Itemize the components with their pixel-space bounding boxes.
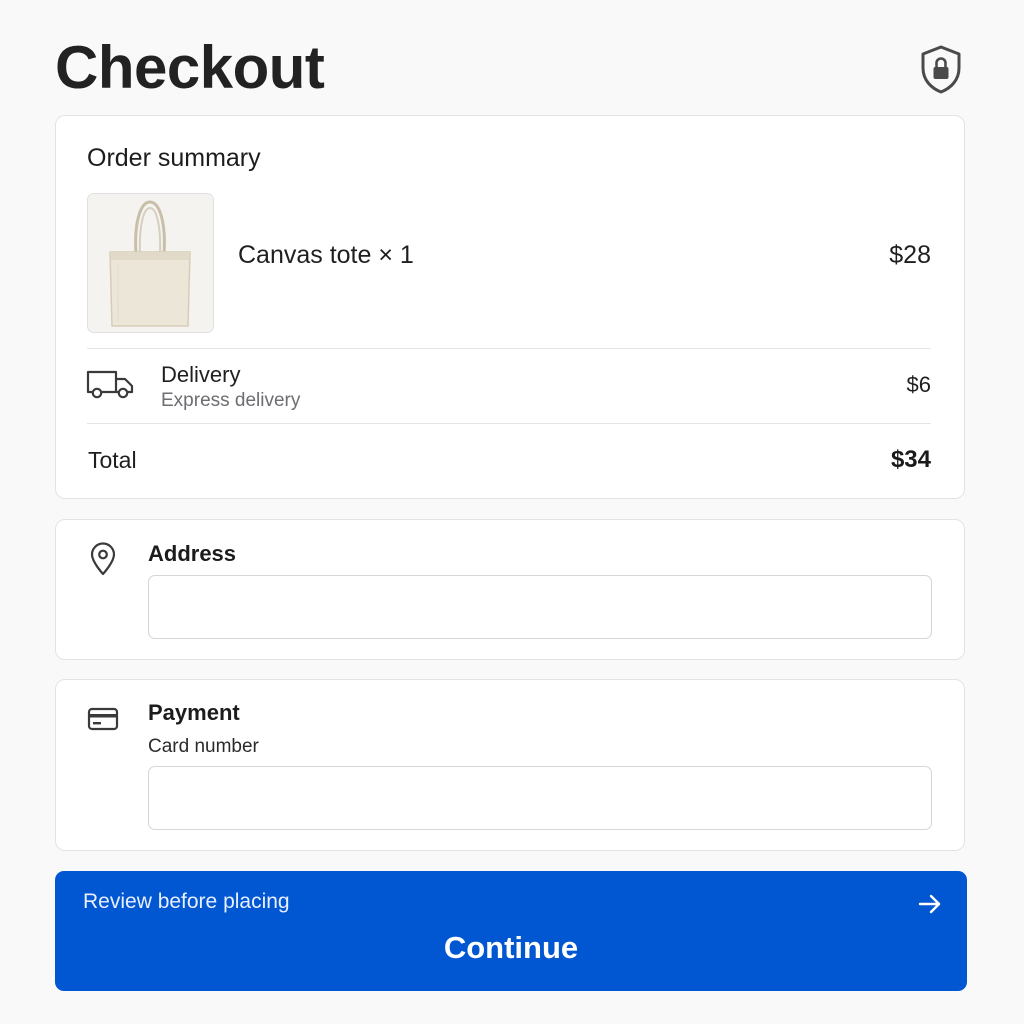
order-summary-card: Order summary Canvas tote × 1 $28 Delive… [55,115,965,499]
tote-bag-image [88,194,213,332]
continue-button[interactable]: Review before placing Continue [55,871,967,991]
card-number-input[interactable] [148,766,932,830]
card-number-label: Card number [148,736,259,757]
payment-card: Payment Card number [55,679,965,851]
divider [87,348,931,349]
address-title: Address [148,541,237,566]
map-pin-icon [90,542,116,576]
continue-label: Continue [443,930,579,965]
address-input[interactable] [148,575,932,639]
canvas-tote-thumbnail [87,193,214,333]
delivery-sublabel: Express delivery [161,390,301,411]
divider [87,423,931,424]
page-title: Checkout [55,34,325,101]
item-price: $28 [889,241,931,269]
arrow-right-icon [918,894,941,914]
address-card: Address [55,519,965,660]
order-summary-title: Order summary [87,144,261,172]
delivery-label: Delivery [161,362,241,387]
total-price: $34 [890,446,931,473]
delivery-price: $6 [906,372,931,397]
total-label: Total [88,447,137,473]
payment-title: Payment [148,700,240,725]
review-hint: Review before placing [83,890,290,913]
truck-icon [86,370,134,399]
lock-shield-icon [921,45,961,94]
credit-card-icon [87,707,119,731]
item-name: Canvas tote × 1 [238,241,414,269]
